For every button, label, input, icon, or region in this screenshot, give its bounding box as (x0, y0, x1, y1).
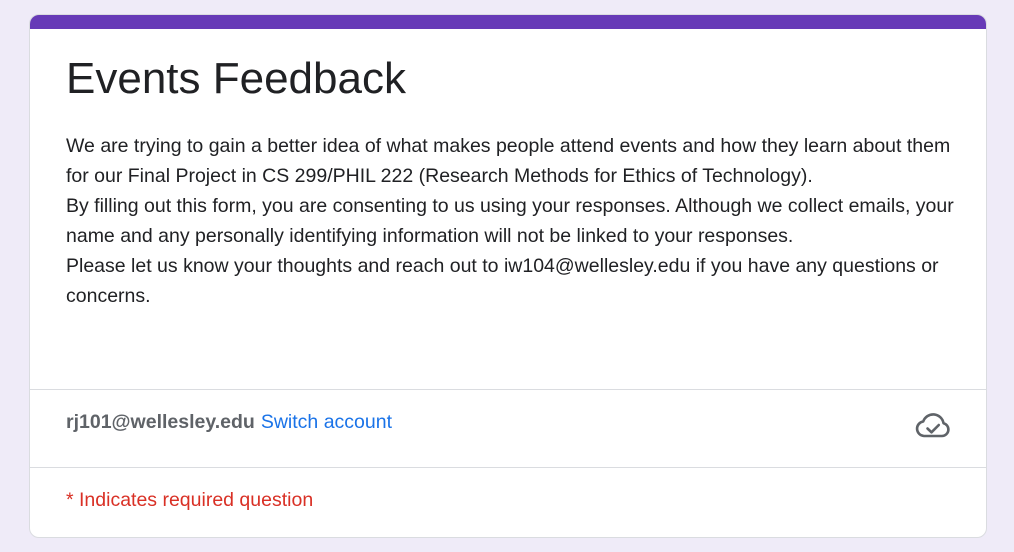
form-description: We are trying to gain a better idea of w… (66, 131, 956, 311)
required-question-note: * Indicates required question (66, 489, 314, 511)
divider (30, 467, 986, 468)
account-email: rj101@wellesley.edu (66, 411, 255, 433)
description-paragraph: Please let us know your thoughts and rea… (66, 255, 939, 307)
form-title: Events Feedback (66, 54, 406, 103)
theme-accent-bar (30, 15, 986, 29)
description-paragraph: By filling out this form, you are consen… (66, 195, 954, 247)
account-row: rj101@wellesley.edu Switch account (66, 409, 392, 435)
description-paragraph: We are trying to gain a better idea of w… (66, 135, 951, 187)
divider (30, 389, 986, 390)
switch-account-link[interactable]: Switch account (261, 411, 392, 433)
cloud-check-icon (915, 411, 951, 439)
form-header-card: Events Feedback We are trying to gain a … (29, 14, 987, 538)
